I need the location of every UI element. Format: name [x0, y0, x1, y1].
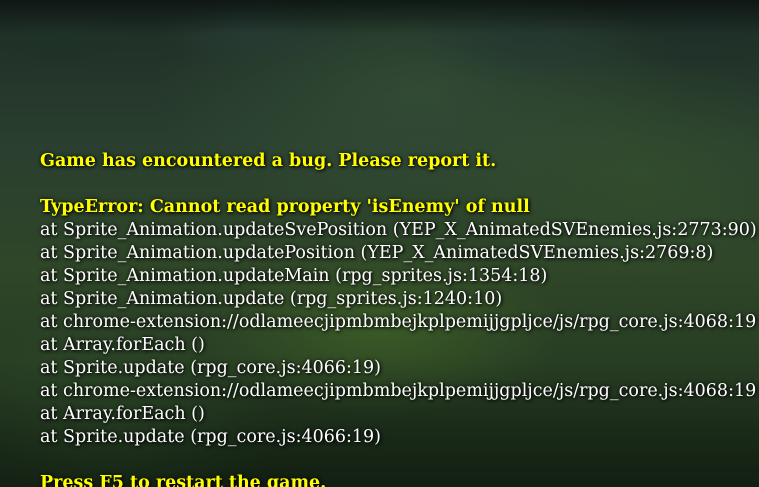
error-type: TypeError: Cannot read property 'isEnemy…	[40, 197, 530, 217]
restart-hint: Press F5 to restart the game.	[40, 473, 327, 487]
stack-line: at Sprite_Animation.update (rpg_sprites.…	[40, 289, 503, 309]
error-title: Game has encountered a bug. Please repor…	[40, 151, 497, 171]
stack-trace: at Sprite_Animation.updateSvePosition (Y…	[40, 219, 757, 449]
stack-line: at chrome-extension://odlameecjipmbmbejk…	[40, 312, 757, 332]
stack-line: at Array.forEach ()	[40, 335, 205, 355]
stack-line: at Sprite_Animation.updateMain (rpg_spri…	[40, 266, 548, 286]
stack-line: at Sprite.update (rpg_core.js:4066:19)	[40, 427, 381, 447]
stack-line: at Array.forEach ()	[40, 404, 205, 424]
stack-line: at Sprite.update (rpg_core.js:4066:19)	[40, 358, 381, 378]
top-shadow	[0, 0, 759, 34]
error-overlay: Game has encountered a bug. Please repor…	[40, 150, 757, 487]
stack-line: at Sprite_Animation.updatePosition (YEP_…	[40, 243, 714, 263]
game-canvas: Game has encountered a bug. Please repor…	[0, 0, 759, 487]
stack-line: at chrome-extension://odlameecjipmbmbejk…	[40, 381, 757, 401]
stack-line: at Sprite_Animation.updateSvePosition (Y…	[40, 220, 757, 240]
